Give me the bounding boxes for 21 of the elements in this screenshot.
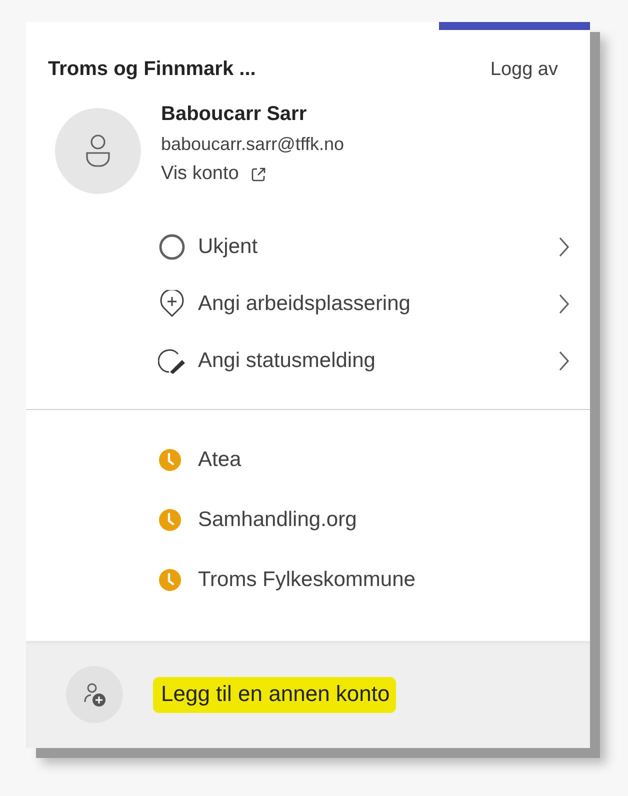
view-account-link[interactable]: Vis konto [161, 163, 266, 185]
status-menu-item[interactable]: Ukjent [158, 218, 590, 275]
organization-item[interactable]: Samhandling.org [159, 490, 357, 550]
circle-icon [158, 232, 186, 260]
add-person-icon [82, 682, 108, 708]
chevron-right-icon [558, 236, 570, 258]
chevron-right-icon [558, 292, 570, 314]
status-menu-item[interactable]: Angi statusmelding [158, 332, 590, 389]
person-icon [85, 134, 111, 168]
organization-name: Troms og Finnmark ... [48, 58, 256, 81]
sign-out-button[interactable]: Logg av [490, 58, 558, 80]
status-edit-icon [158, 346, 186, 374]
location-plus-icon [158, 290, 186, 318]
external-link-icon [250, 166, 266, 182]
chevron-right-icon [558, 350, 570, 372]
add-account-button[interactable]: Legg til en annen konto [153, 676, 396, 712]
organization-item[interactable]: Atea [159, 430, 242, 490]
user-name: Baboucarr Sarr [161, 103, 308, 126]
user-email: baboucarr.sarr@tffk.no [161, 134, 344, 155]
organization-item[interactable]: Troms Fylkeskommune [159, 550, 416, 610]
status-menu-item[interactable]: Angi arbeidsplassering [158, 275, 590, 332]
